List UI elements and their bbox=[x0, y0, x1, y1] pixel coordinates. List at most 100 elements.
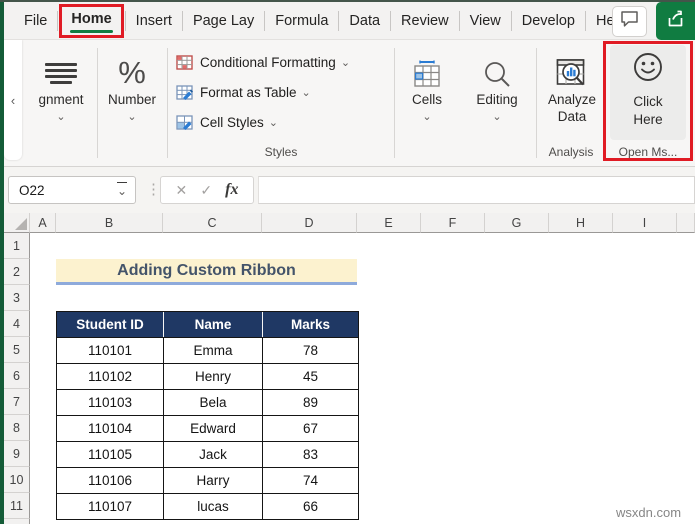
table-cell[interactable]: 45 bbox=[263, 364, 358, 389]
table-cell[interactable]: 110103 bbox=[57, 390, 164, 415]
table-header-marks[interactable]: Marks bbox=[263, 312, 358, 337]
comments-button[interactable] bbox=[612, 5, 647, 37]
table-header-student-id[interactable]: Student ID bbox=[57, 312, 164, 337]
column-header-i[interactable]: I bbox=[613, 213, 677, 233]
table-cell[interactable]: 110105 bbox=[57, 442, 164, 467]
table-cell[interactable]: 110102 bbox=[57, 364, 164, 389]
table-cell[interactable]: 89 bbox=[263, 390, 358, 415]
table-cell[interactable]: Emma bbox=[164, 338, 263, 363]
share-button[interactable] bbox=[656, 2, 695, 40]
tab-home[interactable]: Home bbox=[59, 3, 124, 38]
column-header-g[interactable]: G bbox=[485, 213, 549, 233]
row-header-9[interactable]: 9 bbox=[4, 441, 30, 467]
cancel-button[interactable]: ✕ bbox=[176, 182, 188, 199]
analyze-data-label-line1: Analyze bbox=[547, 92, 597, 107]
number-label: Number bbox=[107, 92, 156, 107]
table-cell[interactable]: 83 bbox=[263, 442, 358, 467]
drag-handle-icon[interactable]: ⋮ bbox=[146, 180, 161, 198]
tab-develop[interactable]: Develop bbox=[512, 3, 585, 39]
click-here-label-line2: Here bbox=[633, 111, 663, 127]
tab-page-lay[interactable]: Page Lay bbox=[183, 3, 264, 39]
table-cell[interactable]: Jack bbox=[164, 442, 263, 467]
group-separator bbox=[167, 48, 168, 158]
name-box[interactable]: O22 ⌄ bbox=[8, 176, 136, 204]
analyze-data-button[interactable]: Analyze Data bbox=[540, 44, 604, 126]
row-headers: 1 2 3 4 5 6 7 8 9 10 11 bbox=[4, 233, 30, 524]
row-header-2[interactable]: 2 bbox=[4, 259, 30, 285]
column-header-a[interactable]: A bbox=[30, 213, 56, 233]
tab-formula[interactable]: Formula bbox=[265, 3, 338, 39]
analyze-data-icon bbox=[556, 44, 588, 88]
row-header-3[interactable]: 3 bbox=[4, 285, 30, 311]
insert-function-button[interactable]: fx bbox=[225, 181, 238, 199]
table-cell[interactable]: 110106 bbox=[57, 468, 164, 493]
ribbon: ‹ gnment ⌄ % Number ⌄ Conditional Format… bbox=[0, 40, 695, 167]
row-header-11[interactable]: 11 bbox=[4, 493, 30, 519]
cells-group-button[interactable]: Cells ⌄ bbox=[399, 44, 455, 123]
tab-review[interactable]: Review bbox=[391, 3, 459, 39]
conditional-formatting-button[interactable]: Conditional Formatting ⌄ bbox=[176, 47, 350, 77]
row-header-6[interactable]: 6 bbox=[4, 363, 30, 389]
chevron-down-icon: ⌄ bbox=[56, 110, 66, 123]
table-body: 110101 Emma 78 110102 Henry 45 110103 Bela 89 110… bbox=[57, 338, 358, 519]
column-header-h[interactable]: H bbox=[549, 213, 613, 233]
ribbon-scroll-left-button[interactable]: ‹ bbox=[4, 40, 22, 160]
column-header-partial bbox=[677, 213, 695, 233]
tab-file[interactable]: File bbox=[14, 3, 57, 39]
alignment-group-button[interactable]: gnment ⌄ bbox=[26, 44, 96, 123]
table-cell[interactable]: lucas bbox=[164, 494, 263, 519]
row-header-4[interactable]: 4 bbox=[4, 311, 30, 337]
format-as-table-button[interactable]: Format as Table ⌄ bbox=[176, 77, 350, 107]
column-header-e[interactable]: E bbox=[357, 213, 421, 233]
table-cell[interactable]: 74 bbox=[263, 468, 358, 493]
table-row: 110105 Jack 83 bbox=[57, 442, 358, 468]
row-header-10[interactable]: 10 bbox=[4, 467, 30, 493]
row-header-5[interactable]: 5 bbox=[4, 337, 30, 363]
chevron-down-icon: ⌄ bbox=[340, 57, 351, 69]
column-header-d[interactable]: D bbox=[262, 213, 357, 233]
table-row: 110106 Harry 74 bbox=[57, 468, 358, 494]
title-cell[interactable]: Adding Custom Ribbon bbox=[56, 259, 357, 285]
table-cell[interactable]: 78 bbox=[263, 338, 358, 363]
click-here-button[interactable]: Click Here bbox=[610, 45, 686, 140]
screen-edge bbox=[0, 2, 4, 524]
cell-styles-button[interactable]: Cell Styles ⌄ bbox=[176, 107, 350, 137]
column-header-f[interactable]: F bbox=[421, 213, 485, 233]
editing-group-button[interactable]: Editing ⌄ bbox=[462, 44, 532, 123]
row-header-1[interactable]: 1 bbox=[4, 233, 30, 259]
number-group-button[interactable]: % Number ⌄ bbox=[99, 44, 165, 123]
tab-view[interactable]: View bbox=[460, 3, 511, 39]
table-cell[interactable]: Bela bbox=[164, 390, 263, 415]
chevron-down-icon[interactable]: ⌄ bbox=[116, 182, 127, 198]
table-cell[interactable]: Harry bbox=[164, 468, 263, 493]
row-header-7[interactable]: 7 bbox=[4, 389, 30, 415]
tab-data[interactable]: Data bbox=[339, 3, 390, 39]
table-cell[interactable]: 66 bbox=[263, 494, 358, 519]
click-here-label-line1: Click bbox=[633, 94, 663, 109]
group-separator bbox=[394, 48, 395, 158]
watermark: wsxdn.com bbox=[616, 505, 682, 520]
cell-styles-icon bbox=[176, 114, 196, 130]
share-icon bbox=[666, 10, 685, 33]
table-row: 110101 Emma 78 bbox=[57, 338, 358, 364]
table-cell[interactable]: Henry bbox=[164, 364, 263, 389]
table-cell[interactable]: 67 bbox=[263, 416, 358, 441]
table-cell[interactable]: 110107 bbox=[57, 494, 164, 519]
table-cell[interactable]: Edward bbox=[164, 416, 263, 441]
formula-input[interactable] bbox=[258, 176, 695, 204]
enter-button[interactable]: ✓ bbox=[200, 182, 212, 199]
ribbon-tab-bar: File Home Insert Page Lay Formula Data Review V… bbox=[0, 2, 695, 40]
table-header-name[interactable]: Name bbox=[164, 312, 263, 337]
tab-insert[interactable]: Insert bbox=[126, 3, 182, 39]
percent-icon: % bbox=[118, 55, 146, 90]
group-separator bbox=[536, 48, 537, 158]
row-header-8[interactable]: 8 bbox=[4, 415, 30, 441]
column-header-b[interactable]: B bbox=[56, 213, 163, 233]
name-box-value: O22 bbox=[19, 182, 45, 198]
select-all-triangle-icon bbox=[15, 218, 27, 230]
table-cell[interactable]: 110104 bbox=[57, 416, 164, 441]
table-cell[interactable]: 110101 bbox=[57, 338, 164, 363]
select-all-button[interactable] bbox=[4, 213, 30, 233]
analyze-data-label-line2: Data bbox=[557, 108, 587, 124]
column-header-c[interactable]: C bbox=[163, 213, 262, 233]
